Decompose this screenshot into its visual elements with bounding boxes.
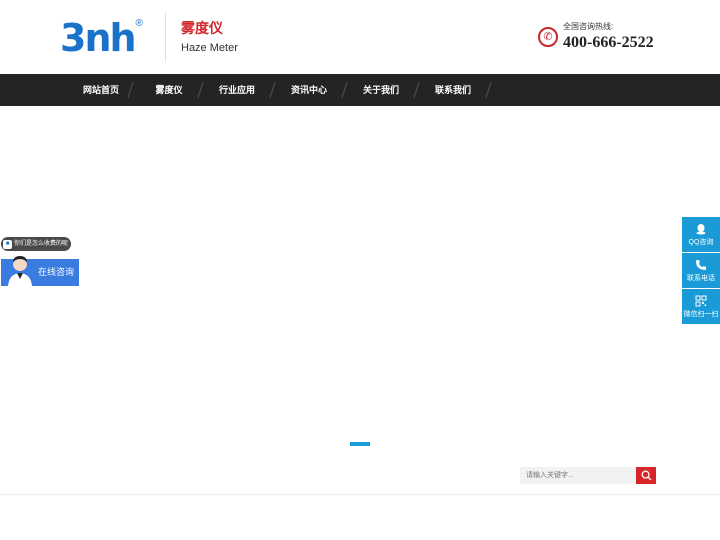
banner-slider [0,106,720,461]
page: 3nh ® 雾度仪 Haze Meter ✆ 全国咨询热线: 400-666-2… [0,0,720,540]
search-button[interactable] [636,467,656,484]
phone-call-icon [696,260,706,270]
qq-icon [696,224,706,235]
float-phone-label: 联系电话 [687,275,715,282]
float-wechat-label: 微信扫一扫 [683,311,719,318]
float-qq-label: QQ咨询 [688,239,714,246]
online-consult-label: 在线咨询 [38,267,75,277]
nav-item-about[interactable]: 关于我们 [356,74,406,106]
qrcode-icon [695,295,707,307]
brand-title-en: Haze Meter [181,42,238,54]
header: 3nh ® 雾度仪 Haze Meter ✆ 全国咨询热线: 400-666-2… [0,0,720,74]
brand-title-cn: 雾度仪 [181,20,223,36]
nav-item-home[interactable]: 网站首页 [76,74,126,106]
logo-divider [165,12,166,62]
nav-item-news[interactable]: 资讯中心 [284,74,334,106]
logo-registered-mark: ® [135,18,143,29]
chat-prompt-text: 你们是怎么收费的呢 [14,240,69,247]
online-consult-button[interactable]: 在线咨询 [1,256,79,286]
hotline-number[interactable]: 400-666-2522 [563,34,654,52]
agent-avatar-icon [8,256,32,286]
nav-separator [269,82,276,98]
main-nav: 网站首页 雾度仪 行业应用 资讯中心 关于我们 联系我们 [0,74,720,106]
nav-item-contact[interactable]: 联系我们 [428,74,478,106]
slider-dot-active[interactable] [350,442,370,446]
nav-separator [485,82,492,98]
nav-separator [197,82,204,98]
search-input[interactable] [520,467,636,484]
search-divider [0,494,720,495]
float-phone[interactable]: 联系电话 [682,253,720,288]
nav-item-industry[interactable]: 行业应用 [212,74,262,106]
float-qq[interactable]: QQ咨询 [682,217,720,252]
nav-item-haze-meter[interactable]: 雾度仪 [146,74,192,106]
logo-text: 3nh [60,16,137,60]
phone-icon: ✆ [538,27,558,47]
float-wechat[interactable]: 微信扫一扫 [682,289,720,324]
site-logo[interactable]: 3nh ® [60,18,143,58]
chat-icon: ■ [3,239,12,249]
hotline-label: 全国咨询热线: [563,22,614,31]
right-float-toolbar: QQ咨询 联系电话 微信扫一扫 [682,217,720,324]
hotline: ✆ 全国咨询热线: 400-666-2522 [538,22,708,56]
nav-separator [341,82,348,98]
search-icon [641,470,651,481]
search-bar [520,467,656,484]
chat-prompt-bubble[interactable]: ■ 你们是怎么收费的呢 [1,237,71,251]
brand-block: 雾度仪 Haze Meter [181,19,238,55]
nav-separator [413,82,420,98]
nav-separator [127,82,134,98]
